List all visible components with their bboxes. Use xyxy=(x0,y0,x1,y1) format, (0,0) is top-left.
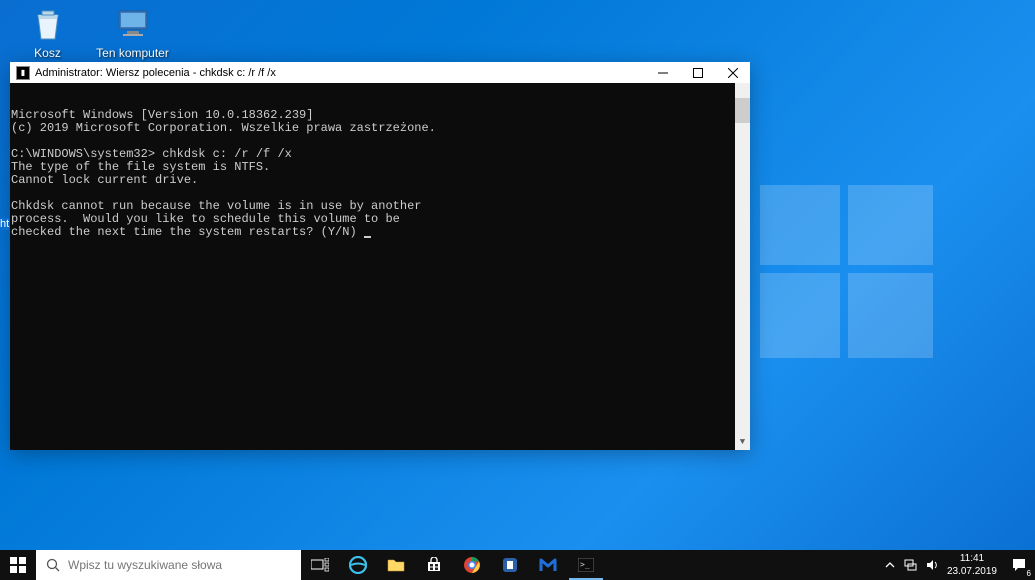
terminal-output[interactable]: Microsoft Windows [Version 10.0.18362.23… xyxy=(10,83,750,450)
tray-network-button[interactable] xyxy=(903,558,917,572)
task-view-button[interactable] xyxy=(301,550,339,580)
store-icon xyxy=(426,557,442,573)
scrollbar[interactable]: ▲ ▼ xyxy=(735,83,750,450)
svg-text:>_: >_ xyxy=(580,560,590,569)
close-button[interactable] xyxy=(715,62,750,83)
tray-overflow-button[interactable] xyxy=(885,560,895,570)
taskbar-app-explorer[interactable] xyxy=(377,550,415,580)
terminal-line: process. Would you like to schedule this… xyxy=(11,212,400,226)
terminal-line: C:\WINDOWS\system32> chkdsk c: /r /f /x xyxy=(11,147,292,161)
start-button[interactable] xyxy=(0,550,36,580)
selection-artifact: ht xyxy=(0,218,9,230)
cmd-taskbar-icon: >_ xyxy=(578,558,594,572)
system-tray: 11:41 23.07.2019 xyxy=(879,550,1003,580)
terminal-cursor xyxy=(364,236,371,238)
desktop-icon-label: Kosz xyxy=(10,46,85,60)
terminal-line: checked the next time the system restart… xyxy=(11,225,364,239)
cmd-icon: ▮ xyxy=(16,66,30,80)
taskbar-app-malwarebytes[interactable] xyxy=(529,550,567,580)
maximize-icon xyxy=(693,68,703,78)
task-view-icon xyxy=(311,558,329,572)
search-icon xyxy=(46,558,60,572)
close-icon xyxy=(728,68,738,78)
maximize-button[interactable] xyxy=(680,62,715,83)
recycle-bin-icon xyxy=(28,3,68,43)
terminal-line: Microsoft Windows [Version 10.0.18362.23… xyxy=(11,108,313,122)
scroll-thumb[interactable] xyxy=(735,98,750,123)
edge-icon xyxy=(349,556,367,574)
titlebar[interactable]: ▮ Administrator: Wiersz polecenia - chkd… xyxy=(10,62,750,83)
tray-clock[interactable]: 11:41 23.07.2019 xyxy=(947,552,997,578)
desktop-icon-this-pc[interactable]: Ten komputer xyxy=(95,3,170,60)
windows-logo-icon xyxy=(10,557,26,573)
command-prompt-window: ▮ Administrator: Wiersz polecenia - chkd… xyxy=(10,62,750,450)
window-title: Administrator: Wiersz polecenia - chkdsk… xyxy=(35,67,645,79)
chevron-up-icon xyxy=(885,560,895,570)
this-pc-icon xyxy=(113,3,153,43)
terminal-line: Cannot lock current drive. xyxy=(11,173,198,187)
minimize-button[interactable] xyxy=(645,62,680,83)
tray-volume-button[interactable] xyxy=(925,558,939,572)
network-icon xyxy=(903,558,917,572)
taskbar-app-edge[interactable] xyxy=(339,550,377,580)
notification-badge: 6 xyxy=(1027,569,1031,578)
malwarebytes-icon xyxy=(539,556,557,574)
folder-icon xyxy=(387,557,405,573)
wallpaper-windows-logo xyxy=(760,185,935,360)
terminal-line: Chkdsk cannot run because the volume is … xyxy=(11,199,421,213)
clock-date: 23.07.2019 xyxy=(947,565,997,578)
notification-icon xyxy=(1011,557,1027,573)
app-icon xyxy=(502,557,518,573)
taskbar-app-unknown-blue[interactable] xyxy=(491,550,529,580)
desktop-icon-label: Ten komputer xyxy=(95,46,170,60)
scroll-down-button[interactable]: ▼ xyxy=(735,435,750,450)
search-input[interactable] xyxy=(68,558,301,572)
action-center-button[interactable]: 6 xyxy=(1003,550,1035,580)
terminal-line: (c) 2019 Microsoft Corporation. Wszelkie… xyxy=(11,121,436,135)
terminal-line: The type of the file system is NTFS. xyxy=(11,160,270,174)
taskbar-app-cmd[interactable]: >_ xyxy=(567,550,605,580)
taskbar: >_ 11:41 23.07.2019 6 xyxy=(0,550,1035,580)
taskbar-app-store[interactable] xyxy=(415,550,453,580)
desktop-icon-recycle-bin[interactable]: Kosz xyxy=(10,3,85,60)
chrome-icon xyxy=(463,556,481,574)
taskbar-app-chrome[interactable] xyxy=(453,550,491,580)
minimize-icon xyxy=(658,68,668,78)
clock-time: 11:41 xyxy=(947,552,997,565)
volume-icon xyxy=(925,558,939,572)
search-box[interactable] xyxy=(36,550,301,580)
